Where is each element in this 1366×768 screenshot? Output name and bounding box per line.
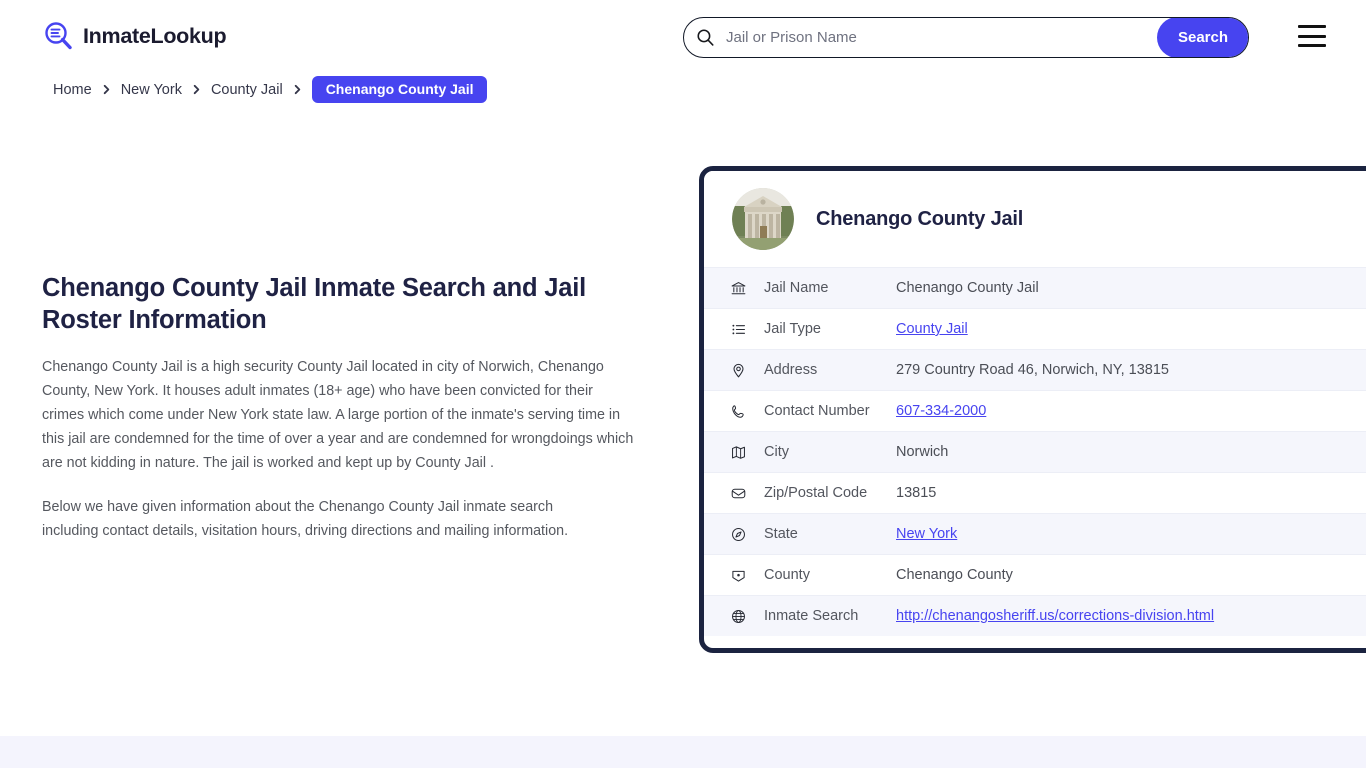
- row-value: Chenango County Jail: [896, 280, 1039, 296]
- row-value: Chenango County: [896, 567, 1013, 583]
- article-column: Chenango County Jail Inmate Search and J…: [42, 272, 642, 543]
- hamburger-line: [1298, 44, 1326, 47]
- row-label: State: [764, 526, 798, 542]
- row-value: Norwich: [896, 444, 949, 460]
- search-input[interactable]: [726, 18, 1157, 57]
- logo-text: InmateLookup: [83, 23, 227, 48]
- footer-band: [0, 736, 1366, 768]
- site-header: InmateLookup Search: [0, 0, 1366, 74]
- page-title: Chenango County Jail Inmate Search and J…: [42, 274, 587, 335]
- row-label: Contact Number: [764, 403, 870, 419]
- envelope-icon: [728, 483, 748, 503]
- table-row: County Chenango County: [704, 554, 1366, 595]
- secondary-paragraph: Below we have given information about th…: [42, 498, 569, 539]
- site-logo[interactable]: InmateLookup: [42, 20, 227, 52]
- jail-info-table: Jail Name Chenango County Jail Jail Type: [704, 267, 1366, 636]
- row-label: County: [764, 567, 810, 583]
- row-label: Inmate Search: [764, 608, 859, 624]
- table-row: Jail Name Chenango County Jail: [704, 267, 1366, 308]
- list-icon: [728, 319, 748, 339]
- map-pin-icon: [728, 360, 748, 380]
- row-value-link[interactable]: http://chenangosheriff.us/corrections-di…: [896, 608, 1214, 624]
- row-value: 279 Country Road 46, Norwich, NY, 13815: [896, 362, 1169, 378]
- row-value-link[interactable]: County Jail: [896, 321, 968, 337]
- row-label: Address: [764, 362, 818, 378]
- row-value-link[interactable]: 607-334-2000: [896, 403, 986, 419]
- card-header: Chenango County Jail: [704, 171, 1366, 267]
- card-title: Chenango County Jail: [816, 207, 1024, 230]
- row-label: Jail Type: [764, 321, 821, 337]
- map-icon: [728, 442, 748, 462]
- search-button[interactable]: Search: [1157, 18, 1248, 57]
- breadcrumb-item-home[interactable]: Home: [53, 82, 92, 98]
- courthouse-photo: [732, 188, 794, 250]
- intro-paragraph: Chenango County Jail is a high security …: [42, 359, 634, 471]
- row-label: Jail Name: [764, 280, 829, 296]
- breadcrumb-chevron-icon: [191, 84, 202, 95]
- table-row: Jail Type County Jail: [704, 308, 1366, 349]
- row-label: City: [764, 444, 789, 460]
- breadcrumb: Home New York County Jail Chenango Count…: [53, 76, 488, 103]
- breadcrumb-item-county-jail[interactable]: County Jail: [211, 82, 283, 98]
- row-value-link[interactable]: New York: [896, 526, 957, 542]
- breadcrumb-item-current: Chenango County Jail: [311, 76, 488, 103]
- globe-icon: [728, 606, 748, 626]
- hamburger-line: [1298, 34, 1326, 38]
- row-value: 13815: [896, 485, 937, 501]
- breadcrumb-chevron-icon: [292, 84, 303, 95]
- compass-icon: [728, 524, 748, 544]
- phone-icon: [728, 401, 748, 421]
- search-icon: [684, 18, 726, 57]
- bank-icon: [728, 278, 748, 298]
- row-label: Zip/Postal Code: [764, 485, 868, 501]
- county-icon: [728, 565, 748, 585]
- search-bar[interactable]: Search: [683, 17, 1249, 58]
- hamburger-menu-icon[interactable]: [1298, 25, 1328, 47]
- table-row: Zip/Postal Code 13815: [704, 472, 1366, 513]
- table-row: Contact Number 607-334-2000: [704, 390, 1366, 431]
- table-row: Address 279 Country Road 46, Norwich, NY…: [704, 349, 1366, 390]
- page-root: InmateLookup Search Home New York: [0, 0, 1366, 768]
- table-row: Inmate Search http://chenangosheriff.us/…: [704, 595, 1366, 636]
- table-row: State New York: [704, 513, 1366, 554]
- table-row: City Norwich: [704, 431, 1366, 472]
- magnifier-list-icon: [42, 20, 74, 52]
- breadcrumb-chevron-icon: [101, 84, 112, 95]
- breadcrumb-item-new-york[interactable]: New York: [121, 82, 182, 98]
- hamburger-line: [1298, 25, 1326, 28]
- jail-info-card: Chenango County Jail Jail Name Chenango: [699, 166, 1366, 653]
